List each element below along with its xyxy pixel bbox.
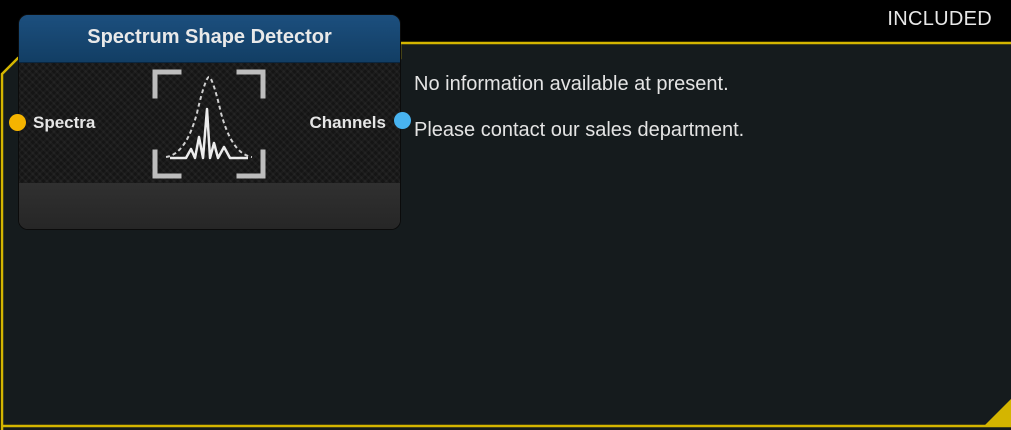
- included-badge: INCLUDED: [887, 8, 992, 30]
- spectrum-peaks: [170, 107, 248, 160]
- input-port-connector[interactable]: [9, 114, 26, 131]
- node-title: Spectrum Shape Detector: [19, 15, 400, 63]
- frame-corner-tr: [236, 69, 266, 99]
- node-body: Spectra Channels: [19, 63, 400, 183]
- product-card: INCLUDED No information available at pre…: [0, 0, 1011, 430]
- frame-corner-tl: [152, 69, 182, 99]
- input-port-label: Spectra: [33, 113, 96, 132]
- info-line-1: No information available at present.: [414, 73, 729, 95]
- info-line-2: Please contact our sales department.: [414, 119, 745, 141]
- info-text: No information available at present. Ple…: [414, 70, 744, 162]
- node-footer: [19, 183, 400, 229]
- frame-corner-bl: [152, 149, 182, 179]
- spectrum-peak-icon: [152, 69, 266, 179]
- output-port-connector[interactable]: [394, 112, 411, 129]
- frame-corner-br: [236, 149, 266, 179]
- node-block[interactable]: Spectrum Shape Detector Spectra Channels: [19, 15, 400, 229]
- output-port-label: Channels: [309, 113, 386, 132]
